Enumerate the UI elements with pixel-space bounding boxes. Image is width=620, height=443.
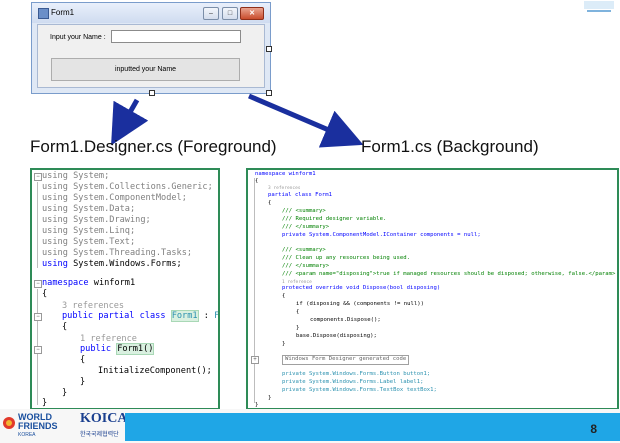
code-line: {: [296, 309, 300, 315]
footer-accent-bar: [125, 413, 620, 441]
method-line: protected override void Dispose(bool dis…: [282, 285, 441, 291]
brace-line: }: [268, 395, 272, 401]
field-line: private System.Windows.Forms.Button butt…: [282, 371, 431, 377]
using-line: using System.Text;: [42, 237, 136, 247]
field-line: private System.Windows.Forms.Label label…: [282, 379, 424, 385]
world-friends-logo: WORLD FRIENDS KOREA: [2, 412, 72, 442]
comment-line: /// </summary>: [282, 224, 330, 230]
code-line: {: [282, 293, 286, 299]
formcs-heading: Form1.cs (Background): [361, 137, 539, 156]
formcs-code-panel[interactable]: namespace winform1 { 3 references partia…: [246, 168, 619, 410]
code-line: }: [282, 341, 286, 347]
code-line: components.Dispose();: [310, 317, 381, 323]
arrow-to-formcs: [248, 93, 364, 148]
comment-line: /// Required designer variable.: [282, 216, 387, 222]
page-number: 8: [590, 422, 597, 436]
using-line: using System.Data;: [42, 204, 136, 214]
code-line: base.Dispose(disposing);: [296, 333, 377, 339]
arrow-to-designer: [111, 98, 149, 146]
fold-toggle-region[interactable]: +: [251, 356, 259, 364]
using-line: using System.Threading.Tasks;: [42, 248, 193, 258]
brace-line: {: [62, 322, 68, 332]
code-line: }: [296, 325, 300, 331]
using-line: using System.Windows.Forms;: [42, 259, 182, 269]
constructor-line: public Form1(): [80, 343, 155, 355]
fold-toggle-usings[interactable]: −: [34, 173, 42, 181]
using-line: using System.Linq;: [42, 226, 136, 236]
comment-line: /// <summary>: [282, 208, 326, 214]
field-line: private System.Windows.Forms.TextBox tex…: [282, 387, 437, 393]
brace-line: }: [62, 388, 68, 398]
code-line: if (disposing && (components != null)): [296, 301, 424, 307]
namespace-line: namespace winform1: [255, 171, 316, 177]
comment-line: /// Clean up any resources being used.: [282, 255, 410, 261]
designer-code-panel[interactable]: − using System; using System.Collections…: [30, 168, 220, 410]
fold-toggle-namespace[interactable]: −: [34, 280, 42, 288]
using-line: using System;: [42, 171, 110, 181]
class-declaration-line: public partial class Form1 : Form: [62, 310, 220, 322]
fold-toggle-class[interactable]: −: [34, 313, 42, 321]
references-hint[interactable]: 3 references: [62, 301, 124, 312]
designer-heading: Form1.Designer.cs (Foreground): [30, 137, 277, 156]
comment-line: /// <summary>: [282, 247, 326, 253]
using-line: using System.Drawing;: [42, 215, 151, 225]
fold-toggle-ctor[interactable]: −: [34, 346, 42, 354]
code-line: {: [255, 178, 259, 184]
init-call-line: InitializeComponent();: [98, 366, 212, 376]
using-line: using System.ComponentModel;: [42, 193, 187, 203]
comment-line: /// </summary>: [282, 263, 330, 269]
brace-line: }: [42, 398, 48, 408]
field-line: private System.ComponentModel.IContainer…: [282, 232, 481, 238]
code-line: {: [268, 200, 272, 206]
brace-line: {: [42, 289, 48, 299]
world-friends-emblem-icon: [3, 417, 15, 429]
arrows-graphic: [111, 93, 364, 148]
comment-line: /// <param name="disposing">true if mana…: [282, 271, 616, 277]
using-line: using System.Collections.Generic;: [42, 182, 213, 192]
namespace-line: namespace winform1: [42, 278, 136, 288]
brace-line: {: [80, 355, 86, 365]
brace-line: }: [80, 377, 86, 387]
class-declaration-line: partial class Form1: [268, 192, 332, 198]
slide-footer: WORLD FRIENDS KOREA KOICA 한국국제협력단 8: [0, 409, 620, 443]
collapsed-region[interactable]: Windows Form Designer generated code: [282, 355, 410, 365]
